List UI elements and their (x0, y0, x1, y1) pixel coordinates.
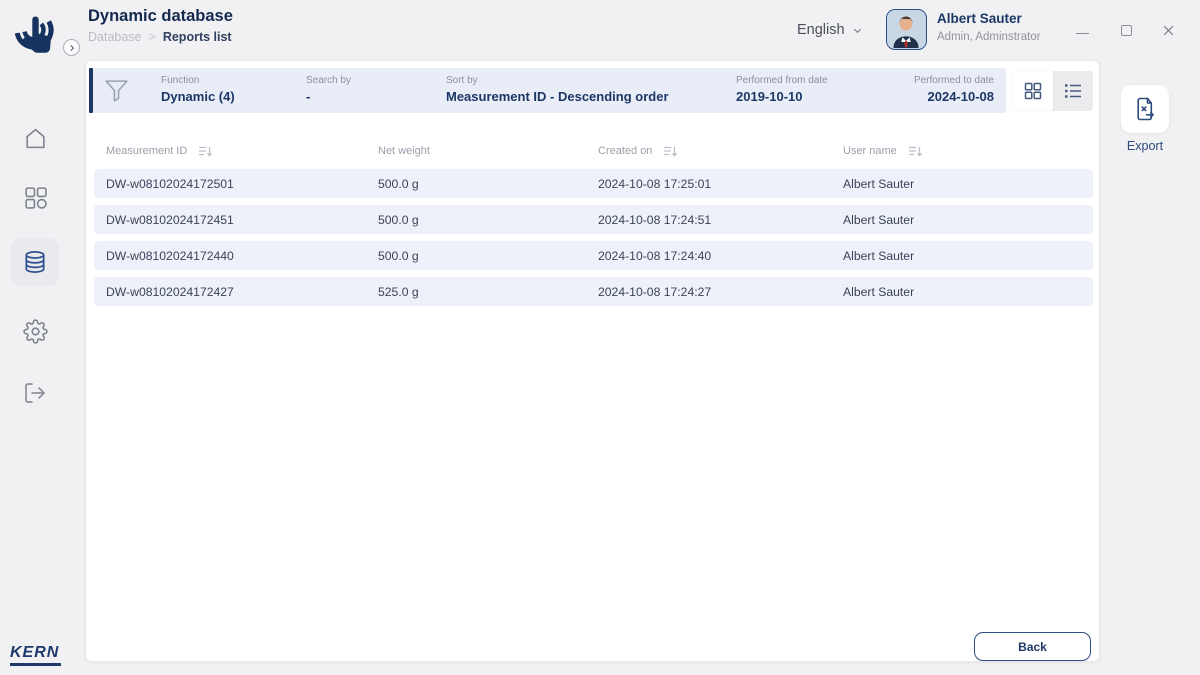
cell-created-on: 2024-10-08 17:25:01 (586, 177, 831, 191)
filter-field-search-by: Search by - (306, 68, 351, 113)
column-header-net-weight[interactable]: Net weight (366, 145, 586, 157)
chevron-down-icon (852, 25, 863, 36)
column-label: Measurement ID (106, 145, 187, 157)
export-button[interactable] (1121, 85, 1169, 133)
sidebar-item-logout[interactable] (11, 369, 59, 417)
cell-created-on: 2024-10-08 17:24:27 (586, 285, 831, 299)
breadcrumb: Database > Reports list (88, 30, 232, 44)
cell-created-on: 2024-10-08 17:24:40 (586, 249, 831, 263)
cell-measurement-id: DW-w08102024172451 (94, 213, 366, 227)
breadcrumb-current: Reports list (163, 30, 232, 44)
user-name: Albert Sauter (937, 11, 1022, 26)
filter-field-function: Function Dynamic (4) (161, 68, 235, 113)
logout-icon (23, 381, 47, 405)
chevron-right-icon (68, 44, 76, 52)
list-view-icon (1062, 80, 1084, 102)
filter-value: Dynamic (4) (161, 89, 235, 104)
sidebar: KERN (0, 0, 85, 675)
sidebar-item-settings[interactable] (11, 307, 59, 355)
cell-user-name: Albert Sauter (831, 213, 1093, 227)
cell-measurement-id: DW-w08102024172427 (94, 285, 366, 299)
gear-icon (23, 319, 48, 344)
sidebar-item-apps[interactable] (11, 173, 59, 221)
column-header-created-on[interactable]: Created on (586, 145, 831, 158)
page-title: Dynamic database (88, 7, 233, 26)
filter-label: Sort by (446, 75, 669, 86)
cell-created-on: 2024-10-08 17:24:51 (586, 213, 831, 227)
breadcrumb-parent[interactable]: Database (88, 30, 142, 44)
filter-value: - (306, 89, 351, 104)
app-logo-tap-hand-icon (6, 4, 62, 60)
kern-logo: KERN (10, 644, 61, 666)
window-maximize-button[interactable] (1114, 18, 1138, 42)
user-role: Admin, Adminstrator (937, 31, 1041, 43)
filter-funnel-icon (103, 77, 130, 109)
cell-measurement-id: DW-w08102024172440 (94, 249, 366, 263)
cell-net-weight: 525.0 g (366, 285, 586, 299)
database-icon (22, 249, 48, 275)
column-header-user-name[interactable]: User name (831, 145, 1093, 158)
table-row[interactable]: DW-w08102024172451 500.0 g 2024-10-08 17… (94, 205, 1093, 234)
apps-grid-icon (23, 185, 48, 210)
window-close-button[interactable] (1156, 18, 1180, 42)
window-minimize-button[interactable] (1070, 18, 1094, 42)
close-icon (1162, 24, 1175, 37)
cell-user-name: Albert Sauter (831, 249, 1093, 263)
table-row[interactable]: DW-w08102024172501 500.0 g 2024-10-08 17… (94, 169, 1093, 198)
sort-icon[interactable] (198, 145, 213, 158)
filter-value: Measurement ID - Descending order (446, 89, 669, 104)
filter-value: 2019-10-10 (736, 89, 828, 104)
cell-net-weight: 500.0 g (366, 213, 586, 227)
filter-accent-bar (89, 68, 93, 113)
sidebar-item-home[interactable] (11, 114, 59, 162)
list-view-button[interactable] (1053, 71, 1093, 111)
column-label: Net weight (378, 145, 430, 157)
home-icon (23, 126, 48, 151)
filter-field-performed-from: Performed from date 2019-10-10 (736, 68, 828, 113)
cell-user-name: Albert Sauter (831, 177, 1093, 191)
filter-label: Function (161, 75, 235, 86)
view-toggle (1013, 71, 1093, 111)
cell-net-weight: 500.0 g (366, 249, 586, 263)
sidebar-item-database[interactable] (11, 238, 59, 286)
sort-icon[interactable] (908, 145, 923, 158)
user-avatar[interactable] (886, 9, 927, 50)
breadcrumb-separator: > (149, 30, 156, 44)
reports-list-panel: Function Dynamic (4) Search by - Sort by… (85, 60, 1100, 662)
export-label: Export (1113, 139, 1177, 153)
column-label: User name (843, 145, 897, 157)
filter-label: Performed to date (914, 75, 994, 86)
table-header-row: Measurement ID Net weight Created on Use… (94, 141, 1093, 161)
column-label: Created on (598, 145, 652, 157)
cell-user-name: Albert Sauter (831, 285, 1093, 299)
language-value: English (797, 22, 845, 38)
table-body: DW-w08102024172501 500.0 g 2024-10-08 17… (94, 169, 1093, 313)
filter-field-performed-to: Performed to date 2024-10-08 (914, 68, 994, 113)
export-excel-icon (1131, 95, 1159, 123)
sort-icon[interactable] (663, 145, 678, 158)
minimize-icon (1076, 33, 1089, 34)
table-row[interactable]: DW-w08102024172440 500.0 g 2024-10-08 17… (94, 241, 1093, 270)
table-row[interactable]: DW-w08102024172427 525.0 g 2024-10-08 17… (94, 277, 1093, 306)
column-header-measurement-id[interactable]: Measurement ID (94, 145, 366, 158)
cell-net-weight: 500.0 g (366, 177, 586, 191)
language-selector[interactable]: English (797, 0, 863, 60)
cell-measurement-id: DW-w08102024172501 (94, 177, 366, 191)
sidebar-expand-button[interactable] (63, 39, 80, 56)
grid-view-icon (1022, 80, 1044, 102)
back-button[interactable]: Back (974, 632, 1091, 661)
filter-label: Search by (306, 75, 351, 86)
filter-label: Performed from date (736, 75, 828, 86)
maximize-icon (1121, 25, 1132, 36)
filter-field-sort-by: Sort by Measurement ID - Descending orde… (446, 68, 669, 113)
filter-summary-bar[interactable]: Function Dynamic (4) Search by - Sort by… (89, 68, 1006, 113)
filter-value: 2024-10-08 (914, 89, 994, 104)
grid-view-button[interactable] (1013, 71, 1053, 111)
